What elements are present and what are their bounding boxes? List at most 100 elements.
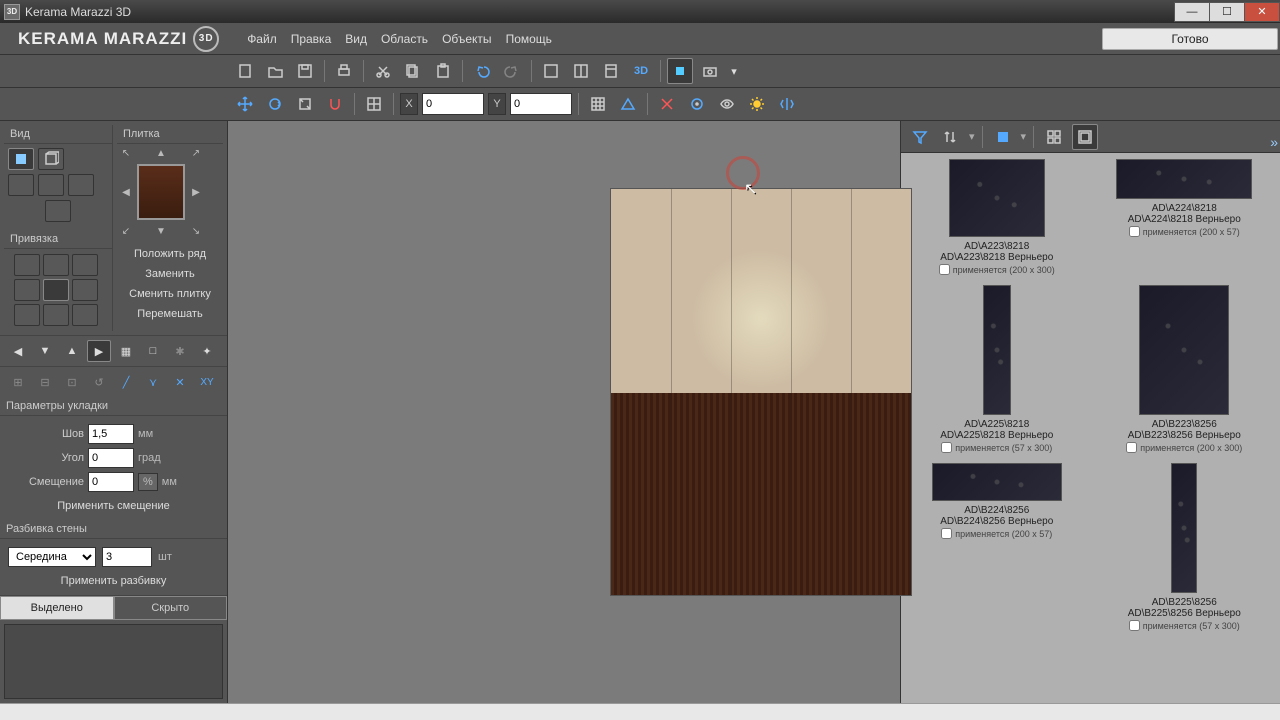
current-tile-thumb[interactable] [137,164,185,220]
anchor-tc[interactable] [43,254,69,276]
3d-view-icon[interactable]: 3D [628,58,654,84]
view-mode-1-icon[interactable] [538,58,564,84]
redo-icon[interactable] [499,58,525,84]
line1-icon[interactable]: ╱ [114,371,138,393]
offset-pct-button[interactable]: % [138,473,158,491]
tile-right-icon[interactable]: ▶ [192,187,200,198]
tile-flip-v-icon[interactable]: ↘ [192,226,200,237]
copy-icon[interactable] [400,58,426,84]
move-icon[interactable] [232,91,258,117]
sun-icon[interactable] [744,91,770,117]
paste-icon[interactable] [430,58,456,84]
minimize-button[interactable]: — [1174,2,1210,22]
x-icon[interactable]: ✕ [168,371,192,393]
tool-a-icon[interactable] [667,58,693,84]
view-btn-3[interactable] [8,174,34,196]
apply-offset-button[interactable]: Применить смещение [8,496,219,516]
tile-thumbnail[interactable] [1116,159,1252,199]
grid-icon[interactable] [585,91,611,117]
checker-icon[interactable]: ▦ [114,340,138,362]
tile-card[interactable]: AD\B224\8256AD\B224\8256 Верньероприменя… [917,463,1077,631]
menu-objects[interactable]: Объекты [442,32,492,46]
offset-input[interactable] [88,472,134,492]
tile-up-icon[interactable]: ▲ [156,148,166,159]
tab-hidden[interactable]: Скрыто [114,596,228,620]
arrow-up-icon[interactable]: ▲ [60,340,84,362]
maximize-button[interactable]: ☐ [1209,2,1245,22]
save-icon[interactable] [292,58,318,84]
seam-input[interactable] [88,424,134,444]
arrow-left-icon[interactable]: ◀ [6,340,30,362]
t3-icon[interactable]: ⊡ [60,371,84,393]
close-button[interactable]: ✕ [1244,2,1280,22]
tile-thumbnail[interactable] [932,463,1062,501]
split-mode-select[interactable]: Середина [8,547,96,567]
anchor-br[interactable] [72,304,98,326]
tile-flip-h-icon[interactable]: ↙ [122,226,130,237]
anchor-ml[interactable] [14,279,40,301]
line2-icon[interactable]: ⋎ [141,371,165,393]
menu-region[interactable]: Область [381,32,428,46]
tile-use-checkbox[interactable] [941,442,952,453]
tile-thumbnail[interactable] [1171,463,1197,593]
tile-card[interactable]: AD\B223\8256AD\B223\8256 Верньероприменя… [1104,285,1264,453]
apply-split-button[interactable]: Применить разбивку [8,571,219,591]
tile-use-checkbox[interactable] [1129,620,1140,631]
action-change-tile[interactable]: Сменить плитку [117,284,223,304]
view-mode-2-icon[interactable] [568,58,594,84]
view-btn-1[interactable] [8,148,34,170]
x-input[interactable] [422,93,484,115]
view-large-icon[interactable] [990,124,1016,150]
calculator-icon[interactable] [598,58,624,84]
rotate-icon[interactable] [262,91,288,117]
detail-view-icon[interactable] [1072,124,1098,150]
tile-thumbnail[interactable] [1139,285,1229,415]
viewport[interactable]: ↖ [228,121,900,703]
tile-left-icon[interactable]: ◀ [122,187,130,198]
sparkle-icon[interactable]: ✦ [195,340,219,362]
view-btn-5[interactable] [68,174,94,196]
eye-icon[interactable] [714,91,740,117]
mirror-icon[interactable] [774,91,800,117]
sort-icon[interactable] [938,124,964,150]
tile-use-checkbox[interactable] [1126,442,1137,453]
tile-card[interactable]: AD\B225\8256AD\B225\8256 Верньероприменя… [1104,463,1264,631]
xy-icon[interactable]: XY [195,371,219,393]
undo-icon[interactable] [469,58,495,84]
view-btn-4[interactable] [38,174,64,196]
t1-icon[interactable]: ⊞ [6,371,30,393]
anchor-tl[interactable] [14,254,40,276]
menu-file[interactable]: Файл [247,32,277,46]
tile-card[interactable]: AD\A224\8218AD\A224\8218 Верньероприменя… [1104,159,1264,275]
dropdown-icon[interactable]: ▾ [727,58,741,84]
tile-use-checkbox[interactable] [939,264,950,275]
star-icon[interactable]: ✱ [168,340,192,362]
view-btn-2[interactable] [38,148,64,170]
triangle-icon[interactable] [615,91,641,117]
delete-icon[interactable] [654,91,680,117]
tile-thumbnail[interactable] [949,159,1045,237]
action-shuffle[interactable]: Перемешать [117,304,223,324]
arrow-right-icon[interactable]: ▶ [87,340,111,362]
anchor-bc[interactable] [43,304,69,326]
collapse-right-icon[interactable]: » [1270,134,1278,150]
tab-selected[interactable]: Выделено [0,596,114,620]
tile-rotate-cw-icon[interactable]: ↗ [192,148,200,159]
tile-thumbnail[interactable] [983,285,1011,415]
tile-card[interactable]: AD\A225\8218AD\A225\8218 Верньероприменя… [917,285,1077,453]
y-input[interactable] [510,93,572,115]
blank-icon[interactable]: □ [141,340,165,362]
anchor-mc[interactable] [43,279,69,301]
print-icon[interactable] [331,58,357,84]
angle-input[interactable] [88,448,134,468]
target-icon[interactable] [684,91,710,117]
new-file-icon[interactable] [232,58,258,84]
menu-edit[interactable]: Правка [291,32,332,46]
wall-surface[interactable] [610,188,912,596]
grid-view-icon[interactable] [1041,124,1067,150]
tile-down-icon[interactable]: ▼ [156,226,166,237]
anchor-bl[interactable] [14,304,40,326]
tile-use-checkbox[interactable] [1129,226,1140,237]
open-file-icon[interactable] [262,58,288,84]
grid-snap-icon[interactable] [361,91,387,117]
